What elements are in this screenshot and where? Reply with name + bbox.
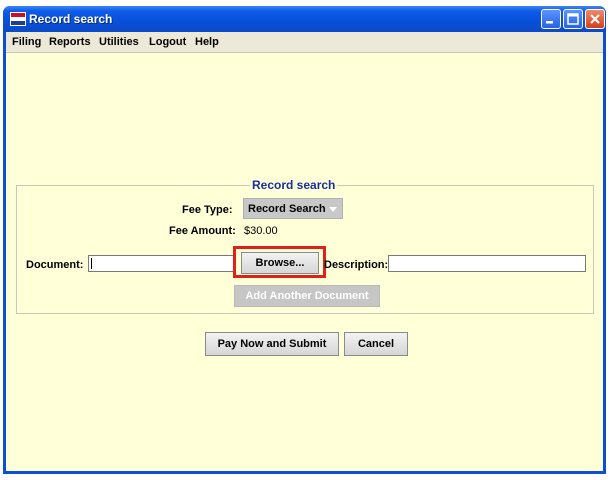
menu-reports[interactable]: Reports: [49, 36, 91, 48]
window-title: Record search: [29, 12, 113, 26]
client-area: Filing Reports Utilities Logout Help Rec…: [6, 32, 603, 471]
fee-type-value: Record Search: [248, 203, 326, 215]
maximize-button[interactable]: [563, 9, 583, 29]
minimize-icon: [546, 21, 553, 24]
description-input[interactable]: [388, 255, 586, 272]
minimize-button[interactable]: [541, 9, 561, 29]
menu-bar: Filing Reports Utilities Logout Help: [6, 32, 603, 53]
app-flag-icon: [10, 12, 26, 26]
highlight-box: [233, 246, 326, 278]
menu-help[interactable]: Help: [195, 36, 219, 48]
document-label: Document:: [26, 259, 84, 271]
fee-amount-label: Fee Amount:: [169, 225, 236, 237]
fee-amount-value: $30.00: [244, 225, 278, 237]
document-input[interactable]: [88, 255, 234, 272]
chevron-down-icon: [329, 207, 337, 212]
app-window: Record search Filing Reports Utilities L…: [3, 6, 606, 474]
add-another-document-button[interactable]: Add Another Document: [234, 285, 380, 307]
description-label: Description:: [324, 259, 389, 271]
close-button[interactable]: [585, 9, 605, 29]
menu-filing[interactable]: Filing: [12, 36, 41, 48]
menu-logout[interactable]: Logout: [149, 36, 186, 48]
menu-utilities[interactable]: Utilities: [99, 36, 139, 48]
maximize-icon: [567, 13, 579, 25]
close-icon: [590, 14, 600, 24]
pay-now-submit-button[interactable]: Pay Now and Submit: [205, 332, 339, 356]
section-title: Record search: [250, 178, 338, 192]
fee-type-label: Fee Type:: [182, 204, 233, 216]
text-caret: [91, 258, 92, 269]
title-bar[interactable]: Record search: [3, 6, 606, 32]
cancel-button[interactable]: Cancel: [344, 332, 408, 356]
fee-type-select[interactable]: Record Search: [243, 198, 343, 219]
